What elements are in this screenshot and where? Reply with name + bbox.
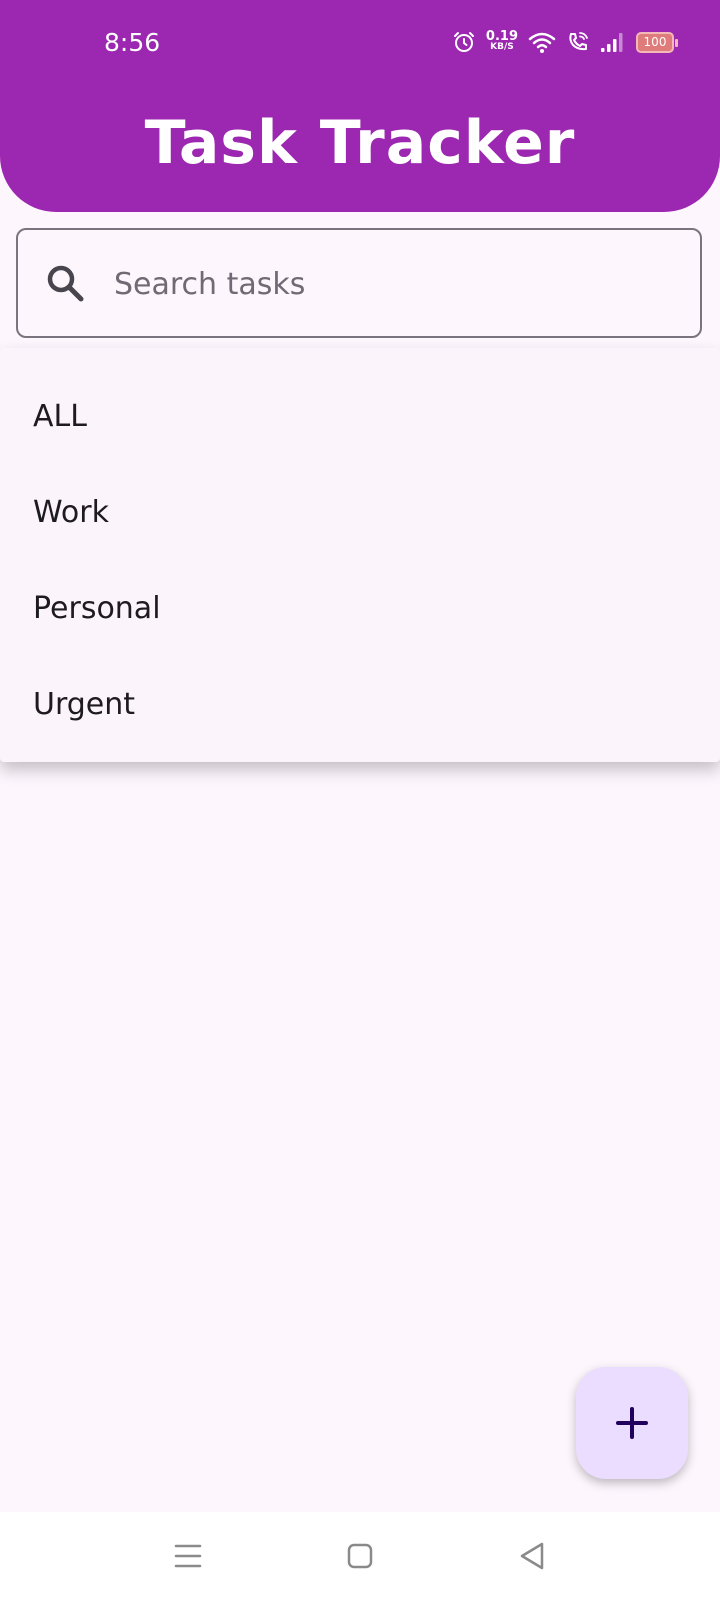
network-speed-unit: KB/S	[490, 42, 514, 52]
dropdown-item-urgent[interactable]: Urgent	[0, 656, 720, 752]
system-navigation-bar	[0, 1512, 720, 1600]
app-header: 8:56 0.19 KB/S 100 Task Tracker	[0, 0, 720, 212]
status-bar: 8:56 0.19 KB/S 100	[0, 0, 720, 90]
dropdown-item-label: Work	[33, 494, 109, 530]
status-icons: 0.19 KB/S 100	[452, 29, 678, 54]
dropdown-item-label: Urgent	[33, 686, 136, 722]
signal-icon	[601, 33, 623, 52]
dropdown-item-work[interactable]: Work	[0, 464, 720, 560]
search-bar[interactable]	[16, 228, 702, 338]
dropdown-item-label: Personal	[33, 590, 161, 626]
wifi-icon	[528, 32, 556, 53]
network-speed: 0.19 KB/S	[485, 29, 518, 53]
network-speed-value: 0.19	[485, 29, 518, 44]
alarm-icon	[453, 32, 474, 52]
dropdown-item-label: ALL	[33, 398, 87, 434]
menu-icon[interactable]	[164, 1532, 212, 1580]
home-icon[interactable]	[336, 1532, 384, 1580]
add-task-button[interactable]	[576, 1367, 688, 1479]
plus-icon	[616, 1407, 648, 1439]
search-input[interactable]	[112, 250, 676, 318]
dropdown-item-all[interactable]: ALL	[0, 368, 720, 464]
status-time: 8:56	[104, 28, 161, 57]
dropdown-item-personal[interactable]: Personal	[0, 560, 720, 656]
category-dropdown-menu: ALL Work Personal Urgent	[0, 348, 720, 762]
back-icon[interactable]	[508, 1532, 556, 1580]
battery-icon: 100	[636, 31, 678, 53]
battery-level: 100	[643, 35, 667, 49]
search-icon	[47, 265, 84, 302]
wifi-calling-icon	[569, 32, 588, 51]
app-title: Task Tracker	[144, 108, 576, 178]
